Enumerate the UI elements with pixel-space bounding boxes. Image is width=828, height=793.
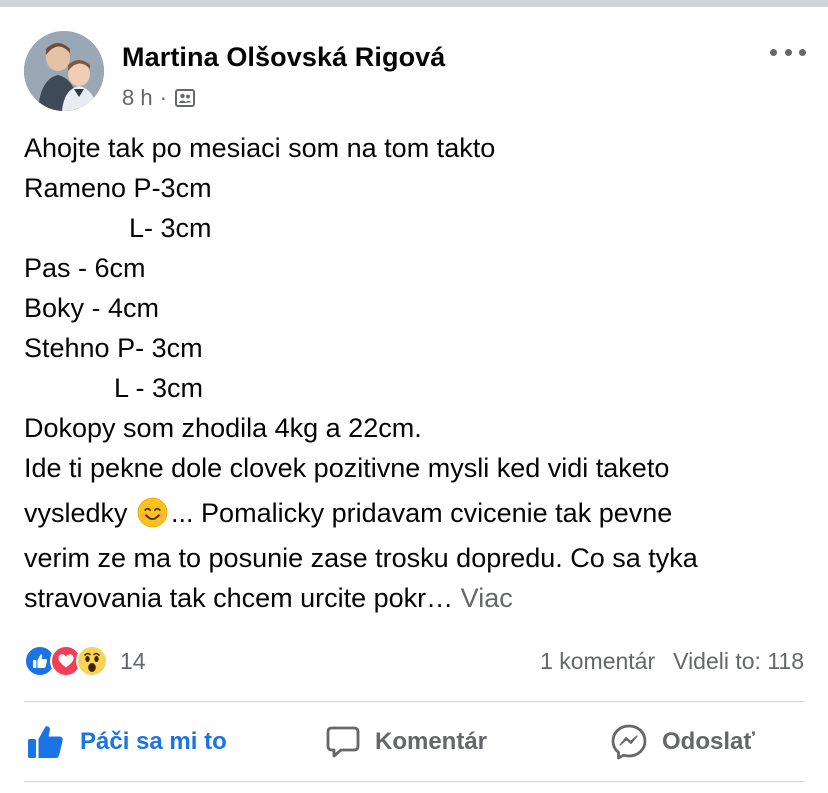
post-stats: 1 komentár Videli to: 118 (540, 644, 804, 678)
wow-face-icon (84, 652, 100, 672)
post-line: L- 3cm (24, 213, 212, 243)
messenger-icon (611, 724, 647, 759)
thumbs-up-icon (33, 654, 48, 668)
comment-button-label: Komentár (375, 727, 488, 755)
post-line: Pas - 6cm (24, 253, 146, 283)
post-action-bar: Páči sa mi to Komentár Odoslať (0, 702, 828, 781)
comment-count[interactable]: 1 komentár (540, 648, 655, 675)
post-text: Ahojte tak po mesiaci som na tom takto R… (24, 128, 809, 618)
see-more-link[interactable]: Viac (461, 583, 513, 613)
comment-button[interactable]: Komentár (325, 702, 487, 781)
post-line: Ahojte tak po mesiaci som na tom takto (24, 133, 496, 163)
post-line-start: vysledky (24, 498, 136, 528)
post-line-with-emoji: vysledky ... Pomalicky pridavam cvicenie… (24, 488, 809, 538)
friends-icon[interactable] (174, 87, 196, 109)
post-line-last: stravovania tak chcem urcite pokr… Viac (24, 578, 809, 618)
comment-icon (326, 726, 360, 757)
thumbs-up-icon (28, 725, 63, 758)
post-timestamp[interactable]: 8 h (122, 85, 153, 111)
view-count: Videli to: 118 (673, 647, 804, 674)
like-button-label: Páči sa mi to (80, 727, 227, 755)
more-dot (784, 48, 792, 56)
post-line-rest: ... Pomalicky pridavam cvicenie tak pevn… (171, 498, 673, 528)
post-line: Stehno P- 3cm (24, 333, 203, 363)
more-dot (799, 48, 806, 56)
heart-icon (58, 654, 74, 668)
more-dot (770, 48, 777, 56)
smiling-face-emoji (137, 497, 168, 528)
wow-reaction-icon (76, 645, 108, 677)
post-line: Boky - 4cm (24, 293, 160, 323)
post-line: Ide ti pekne dole clovek pozitivne mysli… (24, 453, 670, 483)
author-name[interactable]: Martina Olšovská Rigová (122, 42, 445, 73)
share-button-label: Odoslať (662, 727, 755, 755)
post-line: L - 3cm (24, 373, 204, 403)
post-meta: 8 h · (122, 84, 196, 112)
avatar-photo (24, 31, 104, 111)
meta-separator: · (159, 85, 167, 110)
reaction-count: 14 (120, 647, 146, 674)
more-horizontal-icon[interactable] (770, 44, 806, 60)
author-avatar[interactable] (24, 31, 104, 111)
reactions-summary[interactable]: 14 (24, 644, 146, 678)
top-separator (0, 0, 828, 7)
share-button[interactable]: Odoslať (610, 702, 755, 781)
post-line: verim ze ma to posunie zase trosku dopre… (24, 543, 698, 573)
post-line: Dokopy som zhodila 4kg a 22cm. (24, 413, 422, 443)
post-line: Rameno P-3cm (24, 173, 212, 203)
like-button[interactable]: Páči sa mi to (26, 702, 227, 781)
post-line-truncated: stravovania tak chcem urcite pokr… (24, 583, 461, 613)
divider (24, 781, 804, 782)
